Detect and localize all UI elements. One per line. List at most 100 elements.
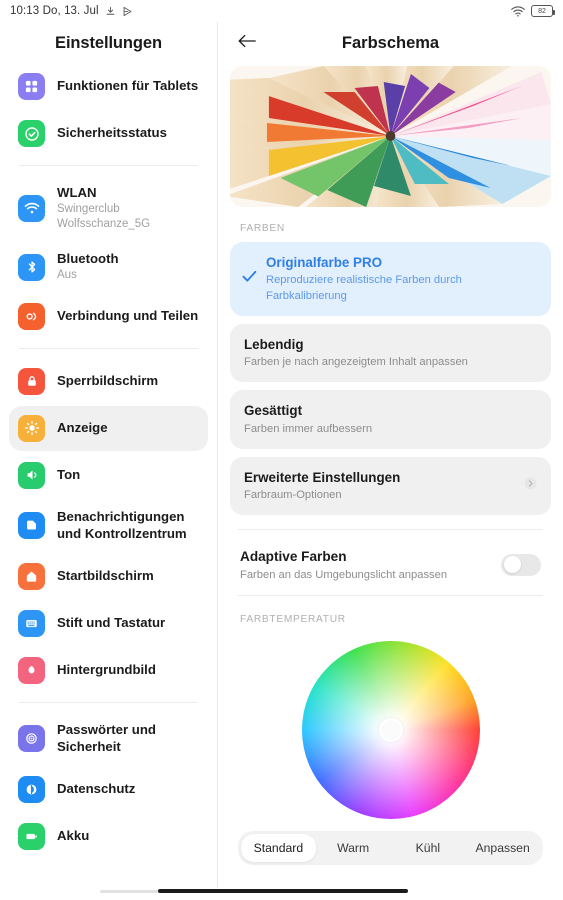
detail-header: Farbschema (218, 22, 563, 64)
sidebar-item-label: Stift und Tastatur (57, 614, 166, 630)
sidebar-divider-2 (19, 347, 198, 349)
shield-check-icon (18, 120, 45, 147)
share-link-icon (18, 302, 45, 330)
option-originalfarbe-pro[interactable]: Originalfarbe PRO Reproduziere realistis… (230, 242, 551, 316)
status-bar-right: 82 (511, 5, 555, 17)
sidebar-item-datenschutz[interactable]: Datenschutz (9, 767, 208, 812)
tab-standard[interactable]: Standard (241, 833, 316, 862)
option-lebendig[interactable]: Lebendig Farben je nach angezeigtem Inha… (230, 323, 551, 383)
adaptive-colors-title: Adaptive Farben (240, 549, 347, 565)
color-temperature-wheel[interactable] (301, 640, 480, 819)
main-split: Einstellungen Funktionen für Tablets Sic… (0, 22, 563, 888)
color-wheel-handle[interactable] (378, 717, 403, 742)
color-wheel-container (230, 633, 551, 829)
sidebar-item-label: Passwörter und Sicherheit (57, 721, 156, 754)
bottom-bar (0, 888, 563, 900)
sidebar-title: Einstellungen (55, 33, 162, 52)
sidebar-item-label: Startbildschirm (57, 567, 154, 583)
home-icon (18, 562, 45, 590)
sidebar-item-text: Startbildschirm (57, 568, 154, 585)
wifi-icon (511, 5, 525, 17)
sidebar-item-wlan[interactable]: WLAN Swingerclub Wolfsschanze_5G (9, 176, 208, 240)
bluetooth-icon (18, 253, 45, 281)
grid-apps-icon (18, 73, 45, 100)
sidebar-item-funktionen-fuer-tablets[interactable]: Funktionen für Tablets (9, 64, 208, 109)
option-subtitle: Reproduziere realistische Farben durch F… (266, 274, 462, 302)
battery-level: 82 (538, 7, 546, 15)
sidebar-item-text: Hintergrundbild (57, 662, 156, 679)
brightness-sun-icon (18, 414, 45, 442)
sidebar-divider-3 (19, 701, 198, 703)
color-pencils-banner (230, 66, 551, 207)
sidebar-item-text: Funktionen für Tablets (57, 78, 198, 95)
notification-icon (18, 512, 45, 540)
adaptive-colors-row[interactable]: Adaptive Farben Farben an das Umgebungsl… (230, 544, 551, 581)
tab-anpassen[interactable]: Anpassen (465, 834, 540, 862)
wifi-icon (18, 194, 45, 222)
speaker-icon (18, 461, 45, 489)
sidebar-item-benachrichtigungen[interactable]: Benachrichtigungen und Kontrollzentrum (9, 500, 208, 552)
dnd-icon (105, 6, 116, 17)
sidebar-item-text: Akku (57, 828, 89, 845)
settings-sidebar: Einstellungen Funktionen für Tablets Sic… (0, 22, 217, 888)
option-title: Gesättigt (244, 403, 303, 419)
sidebar-item-stift-und-tastatur[interactable]: Stift und Tastatur (9, 601, 208, 646)
keyboard-icon (18, 609, 45, 637)
back-button[interactable] (234, 30, 260, 56)
privacy-icon (18, 775, 45, 803)
sidebar-item-sublabel: Swingerclub Wolfsschanze_5G (57, 202, 151, 230)
wallpaper-flower-icon (18, 656, 45, 684)
sidebar-item-passwoerter-und-sicherheit[interactable]: Passwörter und Sicherheit (9, 713, 208, 765)
sidebar-item-anzeige[interactable]: Anzeige (9, 405, 208, 451)
sidebar-item-label: Verbindung und Teilen (57, 307, 199, 323)
sidebar-item-label: Anzeige (57, 419, 108, 435)
sidebar-item-text: Verbindung und Teilen (57, 308, 198, 325)
chevron-right-icon (524, 477, 537, 495)
sidebar-item-hintergrundbild[interactable]: Hintergrundbild (9, 648, 208, 693)
sidebar-item-startbildschirm[interactable]: Startbildschirm (9, 554, 208, 599)
sidebar-divider-1 (19, 165, 198, 166)
section-divider-1 (238, 529, 543, 531)
sidebar-item-label: Hintergrundbild (57, 661, 156, 677)
adaptive-colors-toggle[interactable] (501, 553, 541, 576)
app-screen: 10:13 Do, 13. Jul 82 Einstellungen Funkt… (0, 0, 563, 900)
sidebar-item-bluetooth[interactable]: Bluetooth Aus (9, 242, 208, 292)
sidebar-list[interactable]: Funktionen für Tablets Sicherheitsstatus (0, 64, 217, 888)
sidebar-item-label: Bluetooth (57, 251, 119, 267)
temperature-tabs[interactable]: Standard Warm Kühl Anpassen (238, 830, 543, 865)
sidebar-item-label: Datenschutz (57, 780, 136, 796)
sidebar-item-label: Ton (57, 466, 81, 482)
option-title: Lebendig (244, 336, 304, 352)
home-indicator[interactable] (158, 889, 408, 893)
sidebar-item-ton[interactable]: Ton (9, 453, 208, 498)
sidebar-item-text: Anzeige (57, 420, 108, 437)
sidebar-item-text: Bluetooth Aus (57, 251, 119, 283)
battery-indicator: 82 (531, 5, 555, 17)
sidebar-item-sublabel: Aus (57, 269, 77, 282)
sidebar-item-label: WLAN (57, 185, 97, 200)
option-erweiterte-einstellungen[interactable]: Erweiterte Einstellungen Farbraum-Option… (230, 456, 551, 516)
sidebar-item-text: Ton (57, 467, 80, 484)
colors-section-label: Farben (240, 223, 285, 234)
tab-kuehl[interactable]: Kühl (391, 834, 466, 862)
option-subtitle: Farbraum-Optionen (244, 489, 342, 502)
option-gesaettigt[interactable]: Gesättigt Farben immer aufbessern (230, 390, 551, 449)
status-bar: 10:13 Do, 13. Jul 82 (0, 0, 563, 22)
sidebar-item-sicherheitsstatus[interactable]: Sicherheitsstatus (9, 111, 208, 156)
detail-content[interactable]: Farben Originalfarbe PRO Reproduziere re… (218, 64, 563, 888)
colored-pencils-photo (230, 66, 551, 207)
sidebar-item-sperrbildschirm[interactable]: Sperrbildschirm (9, 359, 208, 404)
sidebar-item-label: Akku (57, 827, 90, 843)
sidebar-item-verbindung-und-teilen[interactable]: Verbindung und Teilen (9, 294, 208, 339)
sidebar-item-text: Sicherheitsstatus (57, 125, 167, 142)
sidebar-item-label: Sperrbildschirm (57, 372, 159, 388)
arrow-left-icon (237, 33, 257, 54)
status-time: 10:13 Do, 13. Jul (10, 5, 99, 17)
sidebar-item-akku[interactable]: Akku (9, 814, 208, 859)
check-icon (242, 270, 257, 288)
tab-warm[interactable]: Warm (316, 834, 391, 862)
toggle-knob (503, 556, 521, 574)
lock-icon (18, 367, 45, 395)
option-subtitle: Farben immer aufbessern (244, 422, 373, 435)
fingerprint-icon (18, 725, 45, 753)
